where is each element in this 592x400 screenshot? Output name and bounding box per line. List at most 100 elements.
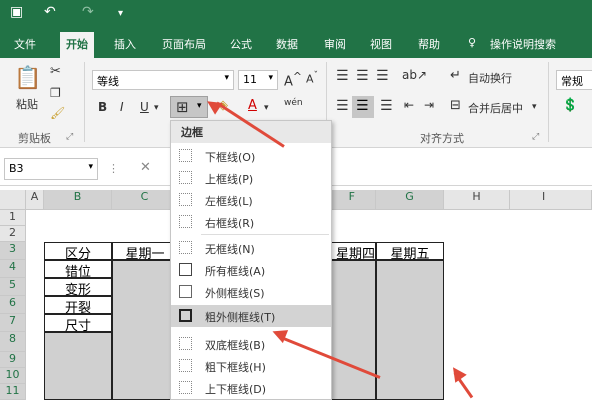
menu-item-label: 右框线(R) bbox=[205, 217, 255, 230]
format-painter-icon[interactable]: 🖌 bbox=[50, 106, 65, 120]
row-header[interactable]: 2 bbox=[0, 226, 26, 242]
menu-item-outside-borders[interactable]: 外侧框线(S) bbox=[171, 281, 331, 303]
row-header[interactable]: 9 bbox=[0, 352, 26, 368]
menu-item-thick-outside-borders[interactable]: 粗外侧框线(T) bbox=[171, 305, 331, 327]
decrease-font-icon[interactable]: Aˇ bbox=[306, 70, 318, 86]
chevron-down-icon[interactable]: ▾ bbox=[154, 103, 159, 113]
font-size-value: 11 bbox=[243, 73, 257, 86]
font-color-button[interactable]: A bbox=[248, 98, 257, 113]
ribbon-tabs: 文件 开始 插入 页面布局 公式 数据 审阅 视图 帮助 ♀ 操作说明搜索 bbox=[0, 30, 592, 58]
merge-center-button[interactable]: 合并后居中 bbox=[468, 100, 523, 116]
column-header[interactable]: F bbox=[330, 190, 376, 210]
font-name-dropdown[interactable]: 等线 ▾ bbox=[92, 70, 234, 90]
tab-file[interactable]: 文件 bbox=[14, 36, 36, 52]
align-left-icon[interactable]: ☰ bbox=[336, 98, 349, 114]
align-top-icon[interactable]: ☰ bbox=[336, 68, 349, 84]
tab-formulas[interactable]: 公式 bbox=[230, 36, 252, 52]
table-header-cell[interactable]: 星期四 bbox=[330, 242, 376, 262]
wrap-text-button[interactable]: 自动换行 bbox=[468, 70, 512, 86]
orientation-icon[interactable]: ab↗ bbox=[402, 68, 427, 82]
table-cell[interactable] bbox=[376, 260, 444, 400]
select-all-corner[interactable] bbox=[0, 190, 26, 210]
customize-icon[interactable]: ▾ bbox=[118, 8, 123, 19]
phonetic-guide-button[interactable]: wén bbox=[284, 98, 303, 108]
tab-help[interactable]: 帮助 bbox=[418, 36, 440, 52]
row-header[interactable]: 8 bbox=[0, 332, 26, 352]
table-row-label[interactable]: 错位 bbox=[44, 260, 112, 280]
merge-center-icon[interactable]: ⊟ bbox=[450, 98, 461, 113]
cut-icon[interactable]: ✂ bbox=[50, 64, 61, 79]
dialog-launcher-icon[interactable]: ⤢ bbox=[532, 132, 539, 142]
table-row-label[interactable]: 尺寸 bbox=[44, 314, 112, 334]
italic-button[interactable]: I bbox=[120, 100, 124, 114]
column-header[interactable]: G bbox=[376, 190, 444, 210]
table-header-cell[interactable]: 区分 bbox=[44, 242, 112, 262]
table-cell[interactable] bbox=[330, 260, 376, 400]
column-header[interactable]: H bbox=[444, 190, 510, 210]
menu-divider bbox=[201, 234, 329, 235]
tab-page-layout[interactable]: 页面布局 bbox=[162, 36, 206, 52]
bold-button[interactable]: B bbox=[98, 100, 107, 114]
row-header[interactable]: 1 bbox=[0, 210, 26, 226]
number-format-value: 常规 bbox=[561, 75, 583, 88]
menu-item-top-bottom-border[interactable]: 上下框线(D) bbox=[171, 377, 331, 399]
table-header-cell[interactable]: 星期一 bbox=[112, 242, 178, 262]
menu-item-thick-bottom-border[interactable]: 粗下框线(H) bbox=[171, 355, 331, 377]
row-header[interactable]: 4 bbox=[0, 260, 26, 278]
copy-icon[interactable]: ❐ bbox=[50, 86, 61, 100]
tab-home[interactable]: 开始 bbox=[60, 32, 94, 58]
table-header-cell[interactable]: 星期五 bbox=[376, 242, 444, 262]
save-icon[interactable]: ▣ bbox=[10, 4, 23, 20]
increase-font-icon[interactable]: A^ bbox=[284, 70, 302, 89]
tab-review[interactable]: 审阅 bbox=[324, 36, 346, 52]
align-right-icon[interactable]: ☰ bbox=[380, 98, 393, 114]
cancel-button[interactable]: ✕ bbox=[140, 160, 151, 175]
column-header[interactable]: B bbox=[44, 190, 112, 210]
align-center-button[interactable]: ☰ bbox=[352, 96, 374, 118]
menu-item-top-border[interactable]: 上框线(P) bbox=[171, 167, 331, 189]
clipboard-icon[interactable]: 📋 bbox=[14, 66, 41, 91]
name-box[interactable]: B3 ▾ bbox=[4, 158, 98, 180]
table-row-label[interactable]: 开裂 bbox=[44, 296, 112, 316]
tell-me-search[interactable]: 操作说明搜索 bbox=[490, 36, 556, 52]
menu-item-left-border[interactable]: 左框线(L) bbox=[171, 189, 331, 211]
row-header[interactable]: 5 bbox=[0, 278, 26, 296]
table-cell[interactable] bbox=[44, 332, 112, 400]
tab-view[interactable]: 视图 bbox=[370, 36, 392, 52]
align-middle-icon[interactable]: ☰ bbox=[356, 68, 369, 84]
wrap-text-icon[interactable]: ↵ bbox=[450, 68, 461, 83]
column-header[interactable]: C bbox=[112, 190, 178, 210]
table-row-label[interactable]: 变形 bbox=[44, 278, 112, 298]
currency-icon[interactable]: 💲 bbox=[562, 98, 578, 113]
outdent-icon[interactable]: ⇥ bbox=[424, 98, 434, 112]
row-header[interactable]: 7 bbox=[0, 314, 26, 332]
double-bottom-border-icon bbox=[179, 337, 192, 350]
column-header[interactable]: A bbox=[26, 190, 44, 210]
dialog-launcher-icon[interactable]: ⤢ bbox=[66, 132, 73, 142]
row-header[interactable]: 6 bbox=[0, 296, 26, 314]
font-size-dropdown[interactable]: 11 ▾ bbox=[238, 70, 278, 90]
chevron-down-icon[interactable]: ▾ bbox=[264, 103, 269, 113]
column-header[interactable]: I bbox=[510, 190, 592, 210]
underline-button[interactable]: U bbox=[140, 100, 149, 114]
undo-icon[interactable]: ↶ bbox=[44, 4, 56, 20]
align-bottom-icon[interactable]: ☰ bbox=[376, 68, 389, 84]
menu-item-double-bottom-border[interactable]: 双底框线(B) bbox=[171, 333, 331, 355]
redo-icon[interactable]: ↷ bbox=[82, 4, 94, 20]
no-border-icon bbox=[179, 241, 192, 254]
menu-item-no-border[interactable]: 无框线(N) bbox=[171, 237, 331, 259]
tab-data[interactable]: 数据 bbox=[276, 36, 298, 52]
menu-item-bottom-border[interactable]: 下框线(O) bbox=[171, 145, 331, 167]
chevron-down-icon[interactable]: ▾ bbox=[532, 102, 537, 112]
table-cell[interactable] bbox=[112, 260, 178, 400]
menu-item-right-border[interactable]: 右框线(R) bbox=[171, 211, 331, 233]
row-header[interactable]: 3 bbox=[0, 242, 26, 260]
menu-item-all-borders[interactable]: 所有框线(A) bbox=[171, 259, 331, 281]
borders-dropdown-menu: 边框 下框线(O) 上框线(P) 左框线(L) 右框线(R) 无框线(N) 所有… bbox=[170, 120, 332, 400]
indent-icon[interactable]: ⇤ bbox=[404, 98, 414, 112]
tab-insert[interactable]: 插入 bbox=[114, 36, 136, 52]
row-header[interactable]: 11 bbox=[0, 384, 26, 400]
paste-label[interactable]: 粘贴 bbox=[16, 96, 38, 112]
number-format-dropdown[interactable]: 常规 bbox=[556, 70, 592, 90]
row-header[interactable]: 10 bbox=[0, 368, 26, 384]
